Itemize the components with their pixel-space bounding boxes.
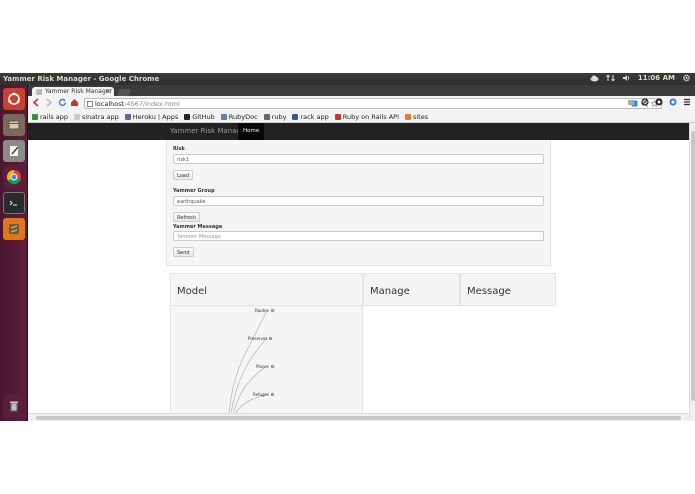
- bookmark-item[interactable]: Ruby on Rails API: [334, 112, 399, 121]
- browser-toolbar: localhost:4567/index.html: [28, 96, 695, 111]
- tree-node[interactable]: Preserves: [248, 336, 273, 341]
- bookmark-item[interactable]: sites: [404, 112, 429, 121]
- desktop: Yammer Risk Manager - Google Chrome 11:0…: [0, 73, 695, 421]
- close-tab-icon[interactable]: ×: [105, 87, 111, 95]
- text-editor-icon[interactable]: [3, 140, 25, 162]
- url-path: :4567/index.html: [124, 100, 180, 108]
- extension-icons: [627, 98, 691, 108]
- node-circle-icon: [270, 365, 274, 368]
- node-circle-icon: [270, 309, 274, 312]
- message-label: Yammer Message: [173, 224, 223, 230]
- bookmark-favicon-icon: [292, 113, 299, 120]
- scroll-thumb[interactable]: [691, 131, 695, 401]
- sublime-icon[interactable]: [3, 218, 25, 240]
- risk-form: Risk risk1 Load Yammer Group earthquake …: [166, 140, 551, 266]
- files-icon[interactable]: [3, 114, 25, 136]
- bookmark-item[interactable]: ruby: [263, 112, 287, 121]
- bookmark-item[interactable]: Heroku | Apps: [124, 112, 179, 121]
- bookmark-label: sinatra app: [81, 112, 119, 121]
- nav-home-link[interactable]: Home: [238, 123, 265, 140]
- risk-label: Risk: [173, 146, 185, 152]
- home-icon[interactable]: [69, 98, 80, 109]
- bookmark-label: Heroku | Apps: [132, 112, 179, 121]
- bookmark-label: Ruby on Rails API: [342, 112, 399, 121]
- bookmark-label: sites: [412, 112, 429, 121]
- brand-link[interactable]: Yammer Risk Manager: [170, 127, 248, 135]
- bookmark-label: rack app: [300, 112, 329, 121]
- bookmark-favicon-icon: [334, 113, 341, 120]
- page-favicon-icon: [36, 89, 42, 95]
- unity-launcher: [0, 85, 28, 421]
- menu-icon[interactable]: [683, 98, 691, 108]
- bookmark-label: RubyDoc: [228, 112, 258, 121]
- browser-tab-strip: Yammer Risk Manager ×: [28, 85, 695, 97]
- gear-icon[interactable]: [682, 74, 691, 82]
- network-icon[interactable]: [605, 74, 615, 82]
- tree-node[interactable]: Places: [256, 364, 274, 369]
- back-icon[interactable]: [31, 98, 42, 109]
- extension-icon[interactable]: [655, 98, 663, 108]
- app-navbar: Yammer Risk Manager Home: [28, 123, 689, 140]
- reload-icon[interactable]: [57, 98, 68, 109]
- bookmark-item[interactable]: GitHub: [184, 113, 215, 121]
- bookmark-favicon-icon: [32, 113, 38, 120]
- system-tray: 11:06 AM: [590, 74, 691, 82]
- bookmark-label: rails app: [40, 112, 68, 121]
- os-top-panel: Yammer Risk Manager - Google Chrome 11:0…: [0, 73, 695, 85]
- extension-icon[interactable]: [627, 98, 635, 108]
- group-label: Yammer Group: [173, 188, 215, 194]
- tree-node[interactable]: Routes: [255, 308, 274, 313]
- horizontal-scrollbar[interactable]: [28, 413, 689, 421]
- message-input[interactable]: Yammer Message: [173, 231, 544, 241]
- chrome-icon[interactable]: [3, 166, 25, 188]
- manage-panel: Manage: [363, 273, 460, 306]
- tab-title: Yammer Risk Manager: [45, 88, 112, 95]
- node-circle-icon: [269, 337, 273, 340]
- group-input[interactable]: earthquake: [173, 196, 544, 206]
- trash-icon[interactable]: [3, 395, 25, 417]
- bookmark-label: GitHub: [192, 112, 215, 121]
- message-panel: Message: [460, 273, 556, 306]
- page-icon: [87, 101, 93, 107]
- bookmark-favicon-icon: [124, 113, 131, 120]
- bookmark-favicon-icon: [73, 113, 80, 120]
- tree-node[interactable]: Refuges: [253, 392, 275, 397]
- bookmark-item[interactable]: RubyDoc: [220, 112, 258, 121]
- scroll-thumb[interactable]: [36, 416, 681, 420]
- bookmark-favicon-icon: [404, 113, 411, 120]
- model-heading: Model: [177, 286, 208, 297]
- send-button[interactable]: Send: [173, 247, 194, 257]
- bookmark-item[interactable]: sinatra app: [73, 112, 119, 121]
- extension-icon[interactable]: [641, 98, 649, 108]
- bookmark-item[interactable]: rails app: [32, 113, 68, 121]
- bookmarks-bar: rails app sinatra app Heroku | Apps GitHub R…: [28, 111, 695, 123]
- vertical-scrollbar[interactable]: [689, 123, 695, 421]
- address-bar[interactable]: localhost:4567/index.html: [84, 98, 662, 109]
- bookmark-item[interactable]: rack app: [292, 112, 329, 121]
- bookmark-favicon-icon: [184, 113, 191, 120]
- bookmark-label: ruby: [271, 112, 287, 121]
- cloud-icon[interactable]: [590, 74, 599, 82]
- forward-icon[interactable]: [43, 98, 54, 109]
- dash-home-icon[interactable]: [3, 88, 25, 110]
- refresh-button[interactable]: Refresh: [173, 212, 200, 222]
- page-viewport: Yammer Risk Manager Home Risk risk1 Load…: [28, 123, 689, 413]
- bookmark-favicon-icon: [263, 113, 270, 120]
- volume-icon[interactable]: [622, 74, 631, 82]
- clock[interactable]: 11:06 AM: [638, 74, 675, 82]
- manage-heading: Manage: [370, 286, 410, 297]
- load-button[interactable]: Load: [173, 170, 193, 180]
- node-circle-icon: [271, 393, 275, 396]
- new-tab-button[interactable]: [116, 89, 132, 96]
- terminal-icon[interactable]: [3, 192, 25, 214]
- risk-input[interactable]: risk1: [173, 154, 544, 164]
- message-heading: Message: [467, 286, 511, 297]
- bookmark-favicon-icon: [220, 113, 227, 120]
- model-tree: Routes Preserves Places Refuges: [170, 306, 363, 413]
- model-panel: Model: [170, 273, 363, 306]
- url-host: localhost: [95, 100, 125, 108]
- window-title: Yammer Risk Manager - Google Chrome: [3, 75, 160, 83]
- extension-icon[interactable]: [669, 98, 677, 108]
